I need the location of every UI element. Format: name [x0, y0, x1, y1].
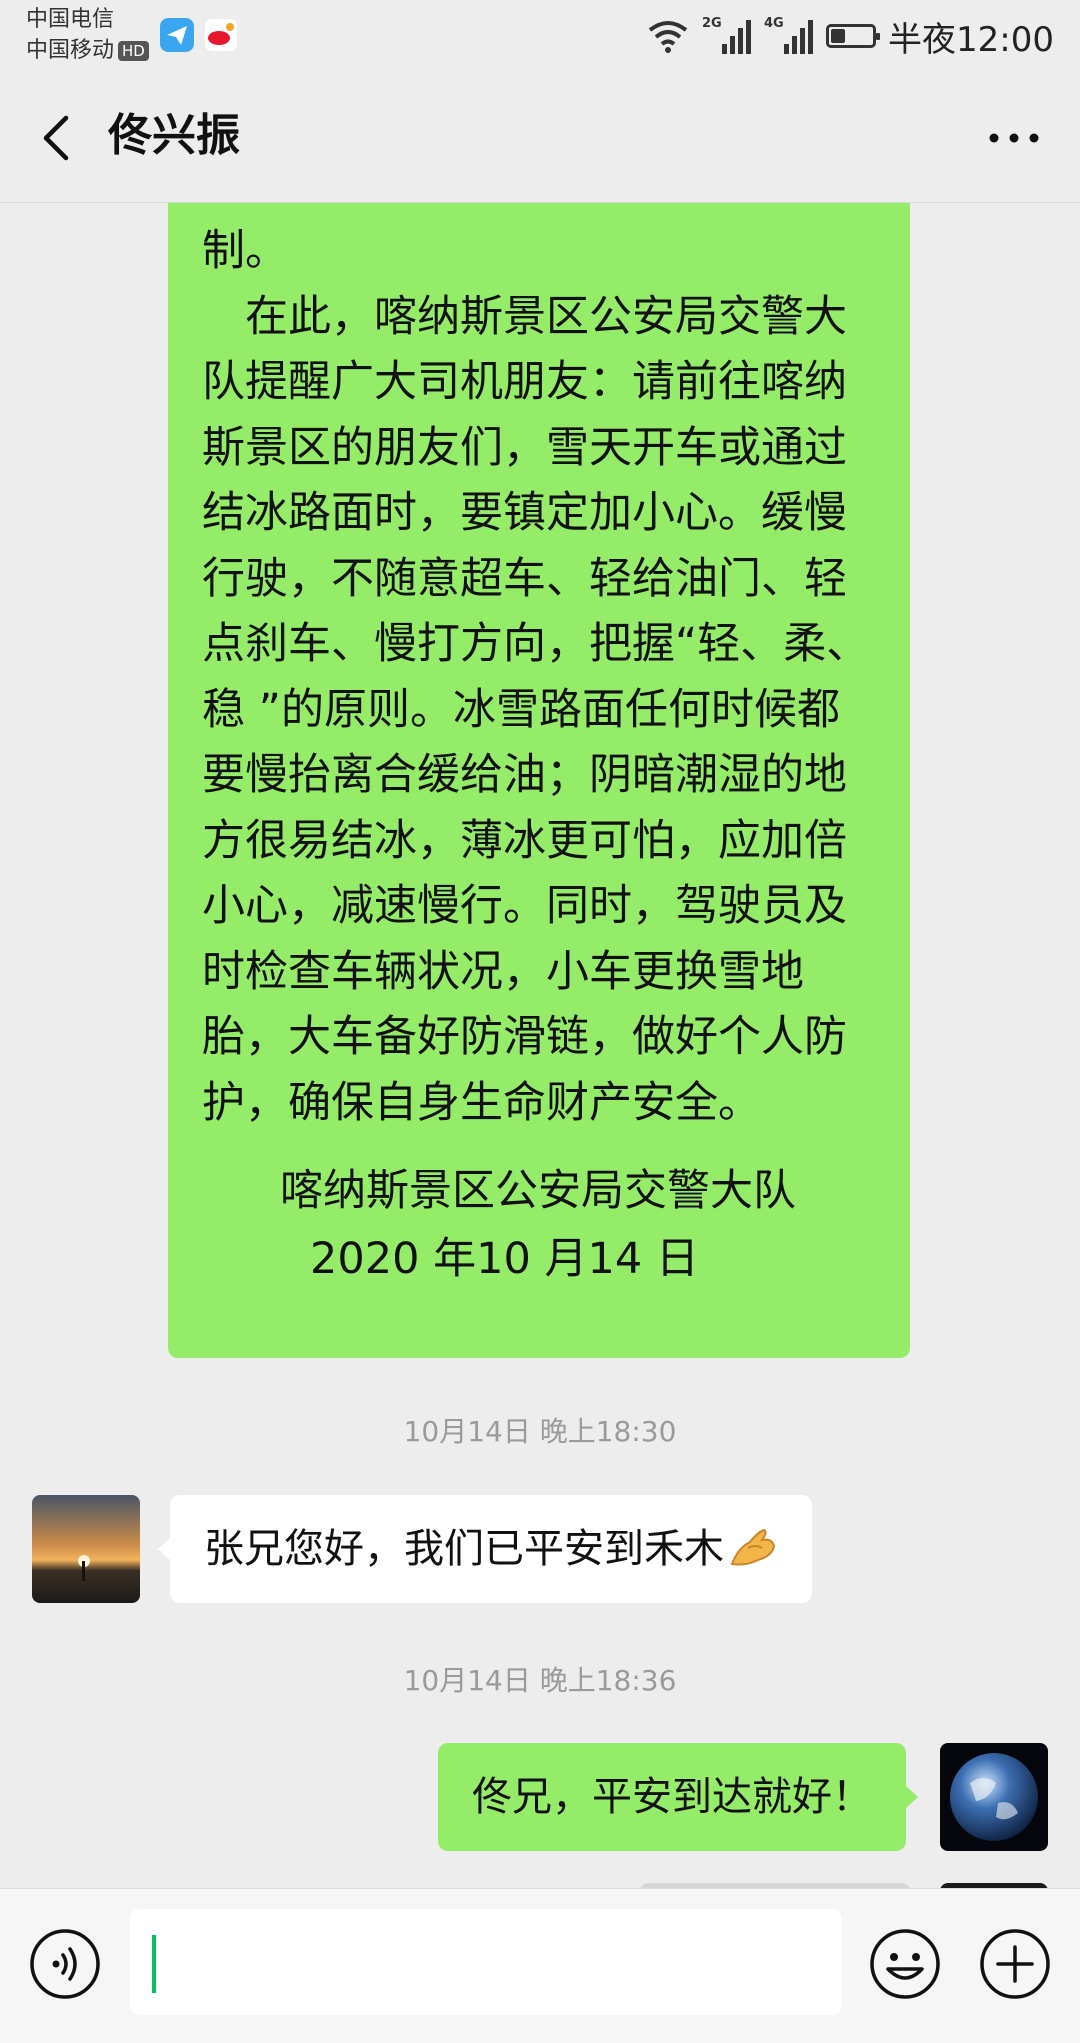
sent-message-text: 佟兄，平安到达就好！ [472, 1774, 872, 1820]
status-time: 半夜12:00 [888, 19, 1054, 60]
message-input-bar [0, 1888, 1080, 2043]
message-timestamp: 10月14日 晚上18:36 [403, 1664, 677, 1697]
chat-message-list[interactable]: 制。 在此，喀纳斯景区公安局交警大 队提醒广大司机朋友：请前往喀纳 斯景区的朋友… [0, 203, 1080, 1888]
received-message-row: 张兄您好，我们已平安到禾木 [170, 1495, 812, 1603]
message-timestamp: 10月14日 晚上18:30 [403, 1415, 677, 1448]
status-bar: 中国电信 中国移动 HD 2G 4G 半夜12:00 [0, 0, 1080, 72]
voice-icon [30, 1929, 100, 1999]
sina-weibo-app-icon [204, 18, 238, 52]
sent-message-bubble[interactable]: 佟兄，平安到达就好！ [438, 1743, 918, 1851]
bubble-tail [905, 1785, 918, 1809]
text-caret [152, 1935, 156, 1993]
emoji-button[interactable] [868, 1927, 942, 2001]
signal-bars-icon [722, 20, 752, 54]
signal-2g: 2G [702, 16, 752, 56]
bubble-tail [158, 1537, 171, 1561]
signal-4g: 4G [764, 16, 814, 56]
received-message-text: 张兄您好，我们已平安到禾木 [204, 1526, 724, 1572]
more-dots-icon [989, 133, 1039, 143]
received-message-bubble[interactable]: 张兄您好，我们已平安到禾木 [158, 1495, 812, 1603]
chevron-left-icon [43, 115, 69, 161]
chat-header: 佟兴振 [0, 72, 1080, 203]
battery-icon [826, 24, 881, 48]
wifi-icon [648, 21, 688, 53]
sent-message-bubble-notice[interactable]: 制。 在此，喀纳斯景区公安局交警大 队提醒广大司机朋友：请前往喀纳 斯景区的朋友… [168, 203, 910, 1358]
plus-icon [980, 1929, 1050, 1999]
earth-avatar-image [940, 1743, 1048, 1851]
hd-badge: HD [118, 41, 149, 61]
message-input[interactable] [130, 1909, 842, 2015]
my-avatar[interactable] [940, 1743, 1048, 1851]
notice-message-text: 制。 在此，喀纳斯景区公安局交警大 队提醒广大司机朋友：请前往喀纳 斯景区的朋友… [202, 226, 870, 1128]
emoji-icon [870, 1929, 940, 1999]
paper-plane-app-icon [160, 18, 194, 52]
status-indicators: 2G 4G 半夜12:00 [646, 12, 1054, 60]
carrier-info: 中国电信 中国移动 HD [26, 4, 149, 66]
notice-signature-date: 2020 年10 月14 日 [310, 1234, 699, 1284]
carrier-2-row: 中国移动 HD [26, 35, 149, 66]
notice-signature-org: 喀纳斯景区公安局交警大队 [280, 1166, 796, 1216]
more-functions-button[interactable] [978, 1927, 1052, 2001]
signal-bars-icon [784, 20, 814, 54]
sunset-avatar-image [32, 1495, 140, 1603]
contact-avatar[interactable] [32, 1495, 140, 1603]
carrier-1-label: 中国电信 [26, 7, 115, 32]
chat-title: 佟兴振 [108, 110, 240, 161]
more-button[interactable] [984, 116, 1044, 160]
back-button[interactable] [30, 108, 90, 168]
ok-hand-emoji-icon [730, 1528, 776, 1566]
battery-level [831, 29, 846, 43]
voice-button[interactable] [28, 1927, 102, 2001]
carrier-2-label: 中国移动 [26, 38, 115, 63]
